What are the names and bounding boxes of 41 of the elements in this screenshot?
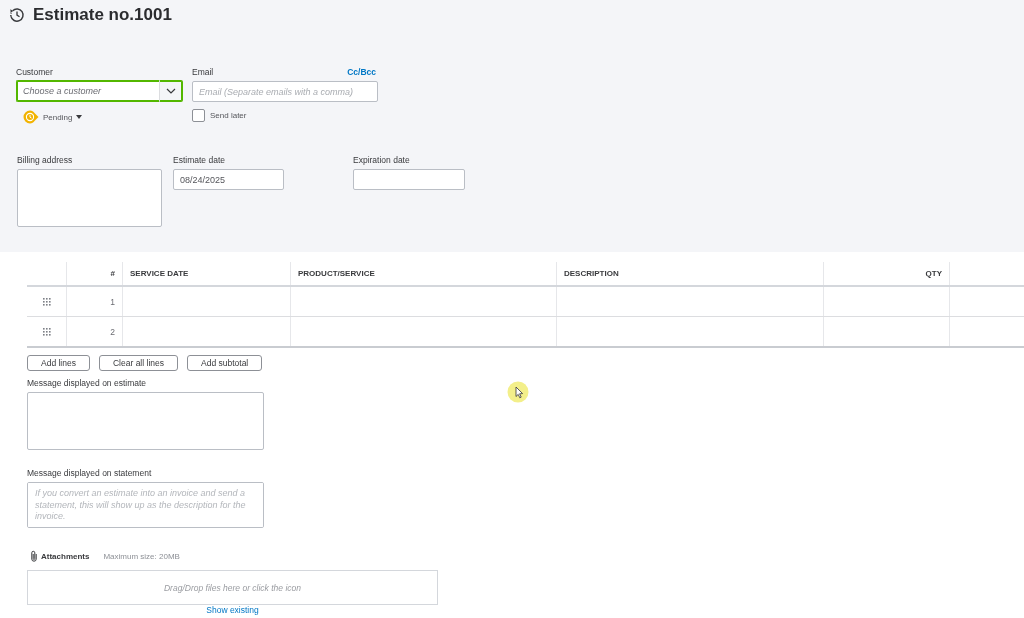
field-label: Message displayed on estimate bbox=[27, 378, 147, 389]
field-label: Billing address bbox=[17, 155, 73, 166]
field-label: Customer bbox=[16, 67, 53, 78]
statement-message-field[interactable]: If you convert an estimate into an invoice and send a statement, this will show up as the description for the invoice. bbox=[27, 482, 264, 528]
column-header: # bbox=[110, 269, 115, 278]
row-number: 2 bbox=[110, 326, 115, 337]
page-title: Estimate no.1001 bbox=[33, 5, 172, 25]
email-field[interactable]: Email (Separate emails with a comma) bbox=[192, 81, 378, 102]
attachments-label: Attachments bbox=[41, 551, 90, 561]
estimate-date-field[interactable]: 08/24/2025 bbox=[173, 169, 284, 190]
send-later-checkbox[interactable] bbox=[192, 109, 205, 122]
column-header: QTY bbox=[925, 269, 942, 278]
column-header: SERVICE DATE bbox=[130, 269, 189, 278]
expiration-date-field[interactable] bbox=[353, 169, 465, 190]
paperclip-icon[interactable] bbox=[30, 550, 38, 562]
chevron-down-icon bbox=[166, 88, 176, 94]
clear-lines-button[interactable]: Clear all lines bbox=[98, 355, 178, 371]
billing-address-field[interactable] bbox=[17, 169, 162, 227]
mouse-pointer-icon bbox=[507, 381, 529, 403]
history-icon bbox=[8, 6, 26, 24]
show-existing-link[interactable]: Show existing bbox=[206, 605, 259, 616]
column-header: PRODUCT/SERVICE bbox=[298, 269, 375, 278]
max-size-text: Maximum size: 20MB bbox=[103, 551, 180, 561]
field-label: Estimate date bbox=[173, 155, 225, 166]
field-label: Expiration date bbox=[353, 155, 410, 166]
field-label: Message displayed on statement bbox=[27, 468, 152, 479]
add-lines-button[interactable]: Add lines bbox=[27, 355, 90, 371]
row-number: 1 bbox=[110, 296, 115, 307]
customer-field[interactable]: Choose a customer bbox=[16, 80, 159, 102]
cc-bcc-link[interactable]: Cc/Bcc bbox=[347, 67, 376, 78]
estimate-message-field[interactable] bbox=[27, 392, 264, 450]
column-header: DESCRIPTION bbox=[564, 269, 619, 278]
caret-icon bbox=[76, 115, 83, 119]
add-subtotal-button[interactable]: Add subtotal bbox=[187, 355, 263, 371]
drag-handle-icon[interactable] bbox=[42, 327, 51, 336]
drag-handle-icon[interactable] bbox=[42, 297, 51, 306]
status-dropdown[interactable]: Pending bbox=[23, 110, 83, 124]
dropdown-button[interactable] bbox=[159, 80, 183, 102]
clock-tag-icon bbox=[23, 110, 39, 124]
field-label: Email bbox=[192, 67, 214, 78]
send-later-label: Send later bbox=[210, 111, 247, 120]
